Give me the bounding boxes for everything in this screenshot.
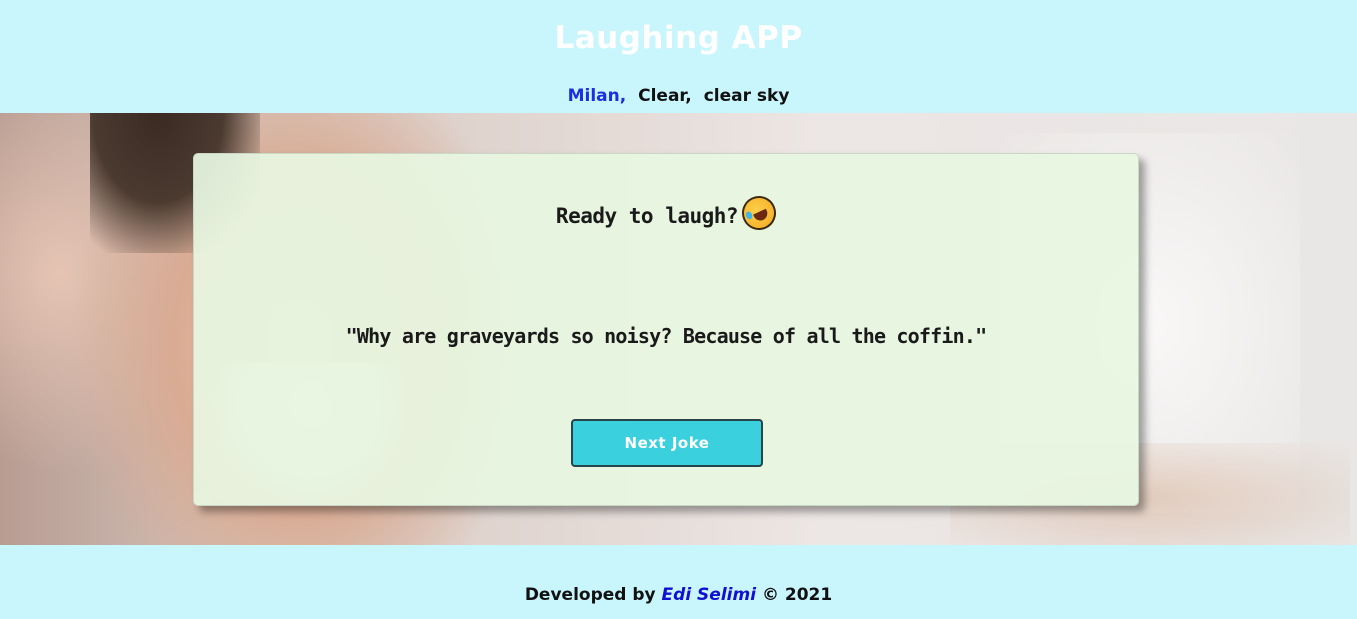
footer-prefix: Developed by (524, 585, 656, 605)
header: Laughing APP Milan, Clear, clear sky (0, 0, 1357, 113)
next-joke-button[interactable]: Next Joke (571, 419, 763, 467)
joke-text: "Why are graveyards so noisy? Because of… (345, 324, 988, 348)
footer-copyright: © 2021 (761, 585, 833, 605)
footer-credit: Developed by Edi Selimi © 2021 (0, 585, 1357, 605)
card-heading-text: Ready to laugh? (555, 204, 739, 228)
weather-info: Milan, Clear, clear sky (0, 86, 1357, 106)
weather-city: Milan, (567, 86, 627, 106)
rolling-on-floor-laughing-icon (736, 190, 782, 236)
weather-description: clear sky (703, 86, 790, 106)
card-heading: Ready to laugh? (194, 190, 1138, 236)
weather-condition: Clear, (638, 86, 692, 106)
footer: Developed by Edi Selimi © 2021 (0, 545, 1357, 619)
author-link[interactable]: Edi Selimi (662, 585, 757, 605)
joke-card: Ready to laugh? "Why are graveyards so n… (193, 153, 1139, 506)
app-title: Laughing APP (554, 20, 803, 56)
